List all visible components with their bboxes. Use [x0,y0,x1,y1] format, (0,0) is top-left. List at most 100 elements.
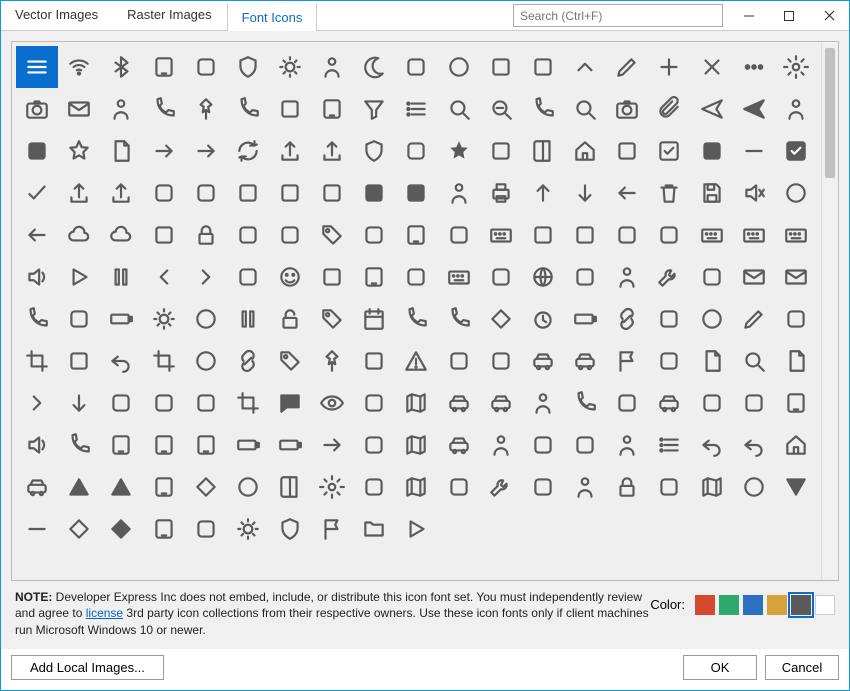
icon-home-alt[interactable] [775,424,817,466]
icon-attachment[interactable] [648,88,690,130]
icon-close-x[interactable] [691,46,733,88]
icon-open-link[interactable] [606,298,648,340]
icon-laptop[interactable] [353,256,395,298]
icon-battery-charging[interactable] [227,424,269,466]
icon-checkbox-filled[interactable] [775,130,817,172]
icon-accessibility[interactable] [606,256,648,298]
icon-arrow-right-outline[interactable] [185,130,227,172]
icon-page-search[interactable] [733,340,775,382]
icon-tabs[interactable] [142,382,184,424]
icon-paint-brush[interactable] [395,256,437,298]
icon-person[interactable] [311,46,353,88]
icon-contrast[interactable] [775,298,817,340]
icon-laptop-alt[interactable] [100,424,142,466]
icon-settings-sync[interactable] [311,466,353,508]
icon-lightbulb[interactable] [227,508,269,550]
icon-voicemail[interactable] [775,256,817,298]
icon-exit-run[interactable] [564,466,606,508]
icon-wrench[interactable] [648,256,690,298]
icon-curve-down[interactable] [691,424,733,466]
icon-megaphone[interactable] [395,298,437,340]
icon-window[interactable] [353,466,395,508]
icon-square-dash[interactable] [142,214,184,256]
icon-road[interactable] [395,424,437,466]
icon-book-open[interactable] [522,130,564,172]
icon-briefcase-alt[interactable] [522,466,564,508]
ok-button[interactable]: OK [683,655,757,680]
icon-pause[interactable] [100,256,142,298]
icon-play-circle[interactable] [227,466,269,508]
icon-safety-pin[interactable] [311,340,353,382]
icon-close-circle[interactable] [775,172,817,214]
icon-graduation-cap[interactable] [480,340,522,382]
icon-square-filled[interactable] [691,130,733,172]
minimize-button[interactable] [729,1,769,30]
icon-microphone[interactable] [522,88,564,130]
icon-save[interactable] [691,172,733,214]
scrollbar[interactable] [821,42,838,580]
icon-devices-rotate[interactable] [142,46,184,88]
icon-arrow-up[interactable] [522,172,564,214]
icon-checkbox-checked[interactable] [648,130,690,172]
maximize-button[interactable] [769,1,809,30]
icon-battery[interactable] [100,298,142,340]
icon-font-size[interactable] [353,382,395,424]
icon-select-dashed[interactable] [16,340,58,382]
icon-crop[interactable] [142,340,184,382]
icon-flag-outline[interactable] [311,508,353,550]
icon-curve-right[interactable] [733,424,775,466]
icon-grid-filled[interactable] [16,130,58,172]
icon-star-filled[interactable] [438,130,480,172]
icon-map[interactable] [691,466,733,508]
icon-small-square-top[interactable] [522,214,564,256]
icon-diamond-small[interactable] [58,508,100,550]
icon-arrows-move[interactable] [648,340,690,382]
icon-label[interactable] [311,214,353,256]
icon-storage-add[interactable] [185,508,227,550]
icon-label-alt[interactable] [269,340,311,382]
icon-decrease-circle[interactable] [691,298,733,340]
icon-phone-forward[interactable] [16,298,58,340]
icon-eye[interactable] [311,382,353,424]
icon-send[interactable] [691,88,733,130]
icon-bookmark[interactable] [269,466,311,508]
icon-speaker[interactable] [16,424,58,466]
cancel-button[interactable]: Cancel [765,655,839,680]
tab-font-icons[interactable]: Font Icons [227,2,318,31]
icon-drive-c[interactable] [227,214,269,256]
icon-sort-asc-circle[interactable] [185,340,227,382]
icon-ruler[interactable] [227,382,269,424]
icon-fog[interactable] [438,340,480,382]
icon-chevron-right[interactable] [185,256,227,298]
icon-sd-card[interactable] [648,382,690,424]
icon-clock[interactable] [606,466,648,508]
icon-star-outline[interactable] [58,130,100,172]
icon-document-filled[interactable] [100,130,142,172]
icon-car-side[interactable] [438,424,480,466]
icon-building[interactable] [395,130,437,172]
icon-person-running[interactable] [606,424,648,466]
icon-favorite-square[interactable] [522,46,564,88]
icon-call[interactable] [691,382,733,424]
icon-refresh[interactable] [227,130,269,172]
icon-square-open[interactable] [480,130,522,172]
icon-layers[interactable] [438,466,480,508]
icon-arrow-diag-up[interactable] [185,172,227,214]
icon-magnifier[interactable] [564,88,606,130]
icon-home[interactable] [564,130,606,172]
icon-search[interactable] [438,88,480,130]
icon-car[interactable] [438,382,480,424]
icon-phone[interactable] [142,88,184,130]
icon-bluetooth[interactable] [100,46,142,88]
icon-warning-triangle[interactable] [395,340,437,382]
icon-emoji-smile[interactable] [269,256,311,298]
icon-person-swap[interactable] [438,172,480,214]
icon-lock-closed[interactable] [185,214,227,256]
icon-dialpad[interactable] [480,214,522,256]
icon-sort-up-filled[interactable] [58,466,100,508]
icon-keyboard[interactable] [733,214,775,256]
icon-location-circle[interactable] [733,466,775,508]
license-link[interactable]: license [86,606,123,620]
icon-walking-alt[interactable] [480,424,522,466]
icon-color-palette[interactable] [648,298,690,340]
